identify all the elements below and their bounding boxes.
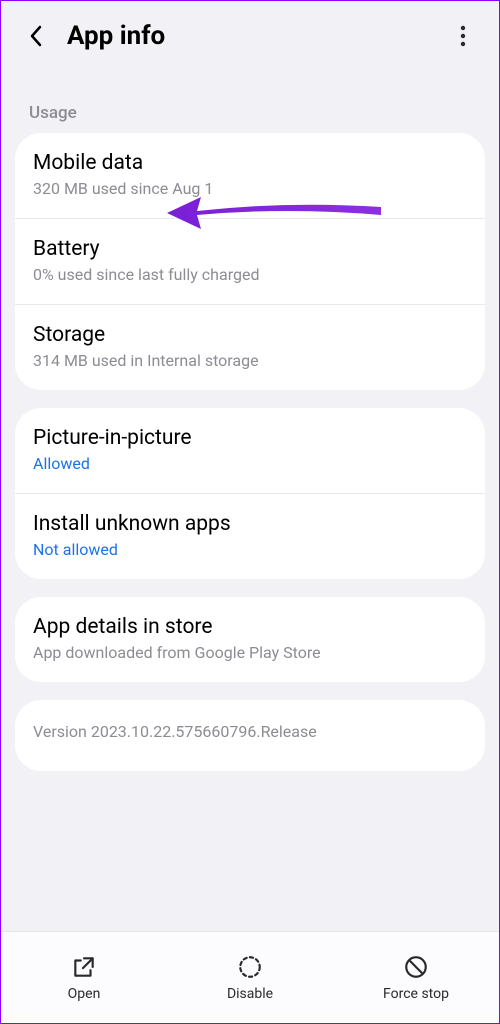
usage-card: Mobile data 320 MB used since Aug 1 Batt… bbox=[15, 133, 485, 390]
storage-row[interactable]: Storage 314 MB used in Internal storage bbox=[15, 304, 485, 390]
page-title: App info bbox=[67, 21, 451, 51]
version-card: Version 2023.10.22.575660796.Release bbox=[15, 700, 485, 771]
unknown-apps-row[interactable]: Install unknown apps Not allowed bbox=[15, 493, 485, 579]
force-stop-icon bbox=[403, 954, 429, 980]
store-title: App details in store bbox=[33, 615, 467, 639]
pip-title: Picture-in-picture bbox=[33, 426, 467, 450]
store-card: App details in store App downloaded from… bbox=[15, 597, 485, 682]
mobile-data-sub: 320 MB used since Aug 1 bbox=[33, 179, 467, 198]
chevron-left-icon bbox=[29, 25, 43, 47]
battery-row[interactable]: Battery 0% used since last fully charged bbox=[15, 218, 485, 304]
pip-status: Allowed bbox=[33, 454, 467, 473]
battery-title: Battery bbox=[33, 237, 467, 261]
usage-section-label: Usage bbox=[1, 69, 499, 133]
bottom-bar: Open Disable Force stop bbox=[1, 931, 499, 1023]
disable-icon bbox=[237, 954, 263, 980]
more-options-button[interactable] bbox=[451, 24, 475, 48]
mobile-data-title: Mobile data bbox=[33, 151, 467, 175]
mobile-data-row[interactable]: Mobile data 320 MB used since Aug 1 bbox=[15, 133, 485, 218]
disable-button[interactable]: Disable bbox=[167, 932, 333, 1023]
unknown-apps-title: Install unknown apps bbox=[33, 512, 467, 536]
open-button[interactable]: Open bbox=[1, 932, 167, 1023]
back-button[interactable] bbox=[25, 25, 47, 47]
open-label: Open bbox=[68, 986, 101, 1002]
store-row[interactable]: App details in store App downloaded from… bbox=[15, 597, 485, 682]
force-stop-button[interactable]: Force stop bbox=[333, 932, 499, 1023]
force-stop-label: Force stop bbox=[383, 986, 449, 1002]
storage-title: Storage bbox=[33, 323, 467, 347]
open-icon bbox=[71, 954, 97, 980]
pip-row[interactable]: Picture-in-picture Allowed bbox=[15, 408, 485, 493]
more-vertical-icon bbox=[460, 25, 466, 47]
permissions-card: Picture-in-picture Allowed Install unkno… bbox=[15, 408, 485, 579]
storage-sub: 314 MB used in Internal storage bbox=[33, 351, 467, 370]
version-text: Version 2023.10.22.575660796.Release bbox=[33, 722, 467, 741]
store-sub: App downloaded from Google Play Store bbox=[33, 643, 467, 662]
unknown-apps-status: Not allowed bbox=[33, 540, 467, 559]
battery-sub: 0% used since last fully charged bbox=[33, 265, 467, 284]
disable-label: Disable bbox=[227, 986, 273, 1002]
